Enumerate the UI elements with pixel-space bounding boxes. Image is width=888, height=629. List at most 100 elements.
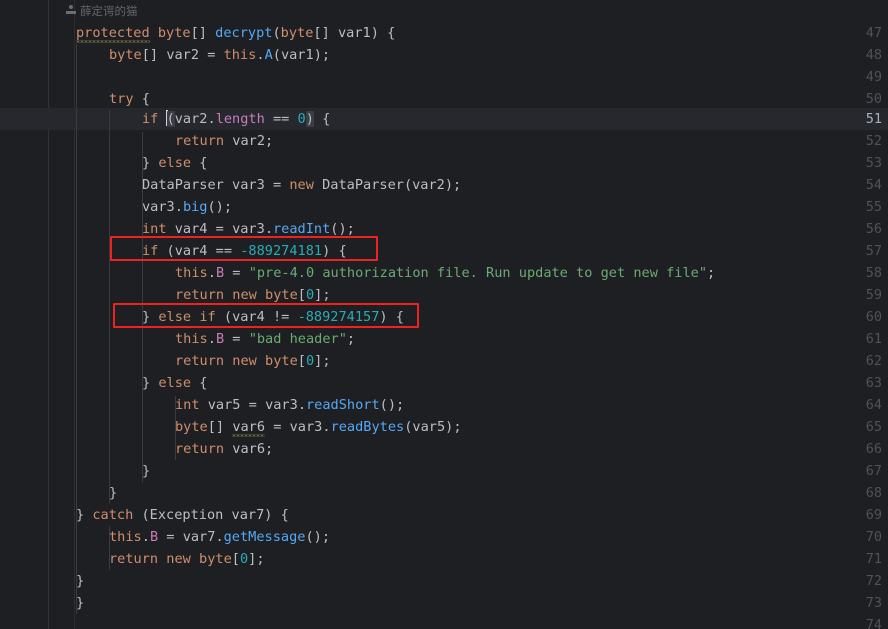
- string-bad-header: "bad header": [248, 331, 347, 347]
- number-zero-71: 0: [239, 551, 249, 567]
- var-var3-54: var3: [232, 177, 265, 193]
- var-var2-51: var2: [174, 111, 208, 127]
- method-big: big: [182, 199, 208, 215]
- keyword-this-61: this: [175, 331, 208, 347]
- code-line-56[interactable]: int var4 = var3.readInt();: [142, 218, 355, 240]
- keyword-byte-62: byte: [265, 353, 298, 369]
- method-getMessage: getMessage: [223, 529, 306, 545]
- number-zero-62: 0: [305, 353, 315, 369]
- line-number-71: 71: [865, 551, 882, 567]
- code-line-62[interactable]: return new byte[0];: [175, 350, 331, 372]
- var-var4-56: var4: [174, 221, 208, 237]
- line-number-65: 65: [865, 419, 882, 435]
- var-var3-64: var3: [265, 397, 298, 413]
- code-fold-separator: [74, 0, 75, 629]
- line-number-49: 49: [865, 69, 882, 85]
- code-line-70[interactable]: this.B = var7.getMessage();: [109, 526, 330, 548]
- code-line-71[interactable]: return new byte[0];: [109, 548, 265, 570]
- line-number-gutter[interactable]: [0, 0, 48, 629]
- number-zero-59: 0: [305, 287, 315, 303]
- matching-bracket-close: ): [305, 111, 314, 127]
- keyword-return-62: return: [175, 353, 225, 369]
- code-line-67[interactable]: }: [142, 460, 150, 482]
- line-number-61: 61: [865, 331, 882, 347]
- keyword-byte-48: byte: [109, 47, 142, 63]
- keyword-catch: catch: [92, 507, 134, 523]
- code-line-54[interactable]: DataParser var3 = new DataParser(var2);: [142, 174, 461, 196]
- arg-var2-54: var2: [412, 177, 445, 193]
- arg-var5-65: var5: [412, 419, 446, 435]
- code-line-51[interactable]: if (var2.length == 0) {: [142, 108, 330, 130]
- keyword-new-54: new: [289, 177, 314, 193]
- field-B-61: B: [215, 331, 225, 347]
- code-line-59[interactable]: return new byte[0];: [175, 284, 331, 306]
- code-line-69[interactable]: } catch (Exception var7) {: [76, 504, 289, 526]
- var-var4-60: var4: [232, 309, 265, 325]
- code-line-52[interactable]: return var2;: [175, 130, 273, 152]
- var-var7-69: var7: [231, 507, 265, 523]
- keyword-try: try: [109, 91, 134, 107]
- code-line-73[interactable]: }: [76, 592, 84, 614]
- line-number-52: 52: [865, 133, 882, 149]
- method-readInt: readInt: [273, 221, 331, 237]
- author-annotation: 薛定谔的猫: [66, 1, 138, 21]
- type-DataParser-ctor: DataParser: [322, 177, 404, 193]
- field-length: length: [215, 111, 265, 127]
- param-var1: var1: [337, 25, 371, 41]
- line-number-48: 48: [865, 47, 882, 63]
- method-readShort: readShort: [306, 397, 380, 413]
- code-line-60[interactable]: } else if (var4 != -889274157) {: [142, 306, 404, 328]
- line-number-51: 51: [865, 111, 882, 127]
- line-number-56: 56: [865, 221, 882, 237]
- code-line-50[interactable]: try {: [109, 88, 150, 110]
- code-line-68[interactable]: }: [109, 482, 117, 504]
- code-line-53[interactable]: } else {: [142, 152, 208, 174]
- keyword-return-66: return: [175, 441, 225, 457]
- keyword-new-59: new: [232, 287, 257, 303]
- line-number-66: 66: [865, 441, 882, 457]
- code-editor[interactable]: 薛定谔的猫 47 48 49 50 51 52 53 54 55 56 57 5…: [0, 0, 888, 629]
- method-decrypt: decrypt: [215, 25, 273, 41]
- var-var3-56: var3: [232, 221, 265, 237]
- field-B-58: B: [215, 265, 225, 281]
- author-annotation-row: 薛定谔的猫: [0, 0, 888, 22]
- matching-bracket-open: (: [166, 111, 175, 127]
- code-line-63[interactable]: } else {: [142, 372, 208, 394]
- line-number-63: 63: [865, 375, 882, 391]
- code-line-58[interactable]: this.B = "pre-4.0 authorization file. Ru…: [175, 262, 715, 284]
- code-line-48[interactable]: byte[] var2 = this.A(var1);: [109, 44, 330, 66]
- keyword-new-71: new: [166, 551, 191, 567]
- line-number-74: 74: [865, 617, 882, 629]
- keyword-byte-59: byte: [265, 287, 298, 303]
- code-line-61[interactable]: this.B = "bad header";: [175, 328, 355, 350]
- keyword-return-52: return: [175, 133, 225, 149]
- code-line-66[interactable]: return var6;: [175, 438, 273, 460]
- keyword-int-64: int: [175, 397, 200, 413]
- keyword-byte-47: byte: [157, 25, 191, 41]
- keyword-this-48: this: [223, 47, 257, 63]
- var-var3-55: var3: [142, 199, 175, 215]
- arg-var1-48: var1: [280, 47, 314, 63]
- indent-guide-1: [76, 44, 77, 614]
- code-line-47[interactable]: protected byte[] decrypt(byte[] var1) {: [76, 22, 395, 44]
- keyword-return-59: return: [175, 287, 225, 303]
- method-readBytes: readBytes: [330, 419, 405, 435]
- code-line-55[interactable]: var3.big();: [142, 196, 232, 218]
- indent-guide-2: [109, 110, 110, 504]
- keyword-else-60: else: [158, 309, 192, 325]
- code-line-72[interactable]: }: [76, 570, 84, 592]
- var-var7-70: var7: [182, 529, 216, 545]
- keyword-if-57: if: [142, 243, 159, 259]
- line-number-53: 53: [865, 155, 882, 171]
- keyword-this-70: this: [109, 529, 142, 545]
- number-zero-51: 0: [297, 111, 306, 127]
- code-line-65[interactable]: byte[] var6 = var3.readBytes(var5);: [175, 416, 462, 438]
- code-line-64[interactable]: int var5 = var3.readShort();: [175, 394, 404, 416]
- line-number-60: 60: [865, 309, 882, 325]
- line-number-54: 54: [865, 177, 882, 193]
- line-number-70: 70: [865, 529, 882, 545]
- line-number-59: 59: [865, 287, 882, 303]
- keyword-this-58: this: [175, 265, 208, 281]
- code-line-57[interactable]: if (var4 == -889274181) {: [142, 240, 347, 262]
- keyword-return-71: return: [109, 551, 159, 567]
